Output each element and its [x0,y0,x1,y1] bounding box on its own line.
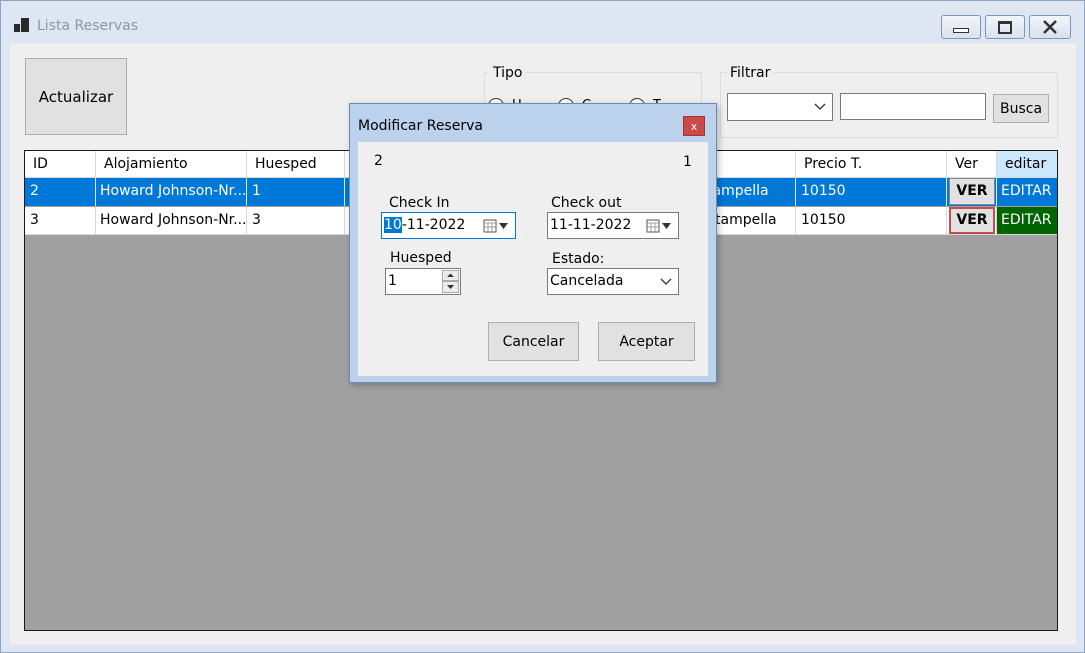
estado-combobox[interactable]: Cancelada [547,268,679,295]
cell-precio[interactable]: 10150 [796,178,947,206]
ver-button[interactable]: VER [949,178,995,205]
estado-label: Estado: [552,251,605,267]
chevron-down-icon [814,103,826,110]
dialog-close-button[interactable]: x [683,116,705,136]
filtrar-text-input[interactable] [840,93,986,120]
check-in-rest: -11-2022 [401,217,466,233]
close-icon [1043,20,1057,34]
cell-ver: VER [947,207,997,235]
aceptar-button[interactable]: Aceptar [598,322,695,361]
busca-button[interactable]: Busca [993,94,1049,123]
dialog-client-area: 2 1 Check In 10-11-2022 Check out 11-11-… [358,142,708,376]
dialog-title: Modificar Reserva [358,118,483,134]
maximize-button[interactable] [985,15,1025,39]
calendar-dropdown-icon [646,219,671,233]
check-out-value: 11-11-2022 [550,217,632,233]
huesped-label: Huesped [390,250,452,266]
calendar-dropdown-icon [483,219,508,233]
spinner-down-button[interactable] [442,281,459,293]
arrow-down-icon [447,285,454,289]
cell-id[interactable]: 3 [25,207,96,235]
filtrar-label: Filtrar [727,65,774,81]
title-bar[interactable]: Lista Reservas [1,1,1084,43]
check-out-label: Check out [551,195,622,211]
spinner-up-button[interactable] [442,270,459,281]
column-header-id[interactable]: ID [25,151,96,178]
cell-id[interactable]: 2 [25,178,96,206]
column-header-ver[interactable]: Ver [947,151,997,178]
minimize-button[interactable] [941,15,981,39]
huesped-numeric-updown[interactable]: 1 [385,268,461,295]
cancelar-button[interactable]: Cancelar [488,322,579,361]
ver-button[interactable]: VER [949,207,995,234]
column-header-alojamiento[interactable]: Alojamiento [96,151,247,178]
minimize-icon [953,27,969,33]
chevron-down-icon [660,278,672,285]
cell-ver: VER [947,178,997,206]
cell-alojamiento[interactable]: Howard Johnson-Nr... [96,207,247,235]
actualizar-button[interactable]: Actualizar [25,58,127,135]
check-in-label: Check In [389,195,450,211]
cell-hidden-2-text: tampella [715,212,777,228]
cell-huesped[interactable]: 1 [247,178,345,206]
editar-button[interactable]: EDITAR [997,178,1057,206]
check-in-day: 10 [384,217,402,233]
close-window-button[interactable] [1029,15,1071,39]
estado-value: Cancelada [550,273,624,289]
maximize-icon [998,20,1012,34]
huesped-value: 1 [388,273,397,289]
arrow-up-icon [447,273,454,277]
column-header-huesped[interactable]: Huesped [247,151,345,178]
filtrar-combobox[interactable] [727,93,833,121]
app-icon [14,18,30,34]
reserva-number-label: 1 [683,154,692,170]
cell-huesped[interactable]: 3 [247,207,345,235]
cell-precio[interactable]: 10150 [796,207,947,235]
reserva-id-label: 2 [374,153,383,169]
tipo-label: Tipo [490,65,526,81]
modificar-reserva-dialog: Modificar Reserva x 2 1 Check In 10-11-2… [349,103,717,383]
column-header-editar[interactable]: editar [997,151,1057,178]
check-out-datepicker[interactable]: 11-11-2022 [547,212,679,239]
check-in-datepicker[interactable]: 10-11-2022 [381,212,516,239]
close-icon: x [690,119,698,133]
window-title: Lista Reservas [37,18,139,34]
column-header-precio[interactable]: Precio T. [796,151,947,178]
cell-alojamiento[interactable]: Howard Johnson-Nr... [96,178,247,206]
editar-button[interactable]: EDITAR [997,207,1057,235]
